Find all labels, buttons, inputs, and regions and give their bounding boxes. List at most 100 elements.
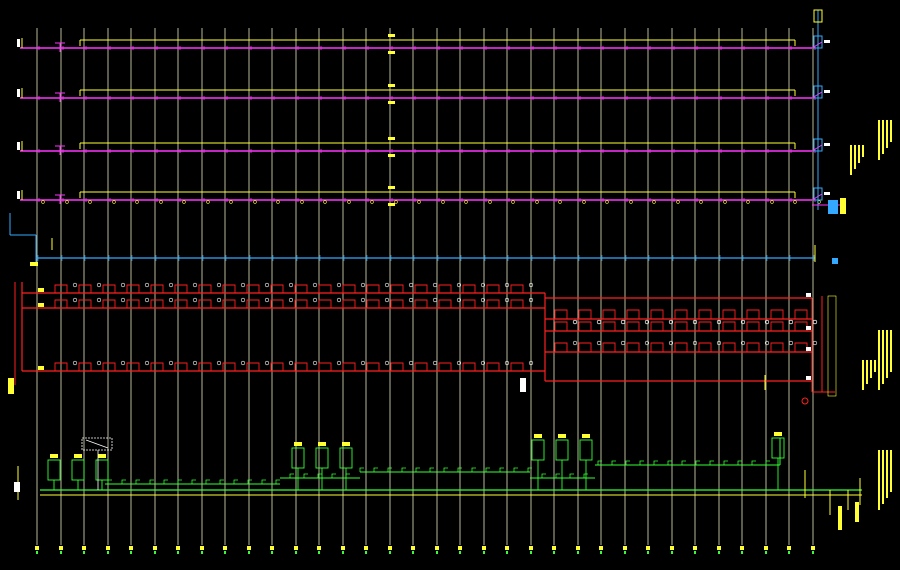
radiator-label [38,303,44,307]
axis-marker-tick [177,551,179,554]
level-label [17,89,20,97]
axis-marker [317,546,321,550]
axis-marker [223,546,227,550]
fixture-label [534,434,542,438]
axis-marker-tick [342,551,344,554]
radiator-label [806,326,811,330]
axis-marker [270,546,274,550]
annotation-text-block [890,330,892,372]
riser-label [824,90,830,93]
axis-marker-tick [624,551,626,554]
axis-marker [82,546,86,550]
fixture-label [74,454,82,458]
axis-marker-tick [600,551,602,554]
axis-marker-tick [694,551,696,554]
axis-marker-tick [130,551,132,554]
axis-marker [59,546,63,550]
fixture-label [774,432,782,436]
pipe-label [388,101,395,104]
annotation-text-block [890,120,892,142]
annotation-text-block [874,360,876,372]
fixture-label [294,442,302,446]
pipe-label [388,186,395,189]
axis-marker [106,546,110,550]
axis-marker-tick [412,551,414,554]
axis-marker-tick [765,551,767,554]
axis-marker-tick [248,551,250,554]
riser-label [824,143,830,146]
outlet-label [838,506,842,530]
axis-marker-tick [389,551,391,554]
radiator-label [806,293,811,297]
axis-marker-tick [459,551,461,554]
annotation-text-block [870,360,872,378]
axis-marker [764,546,768,550]
axis-marker [458,546,462,550]
radiator-label [38,288,44,292]
cyan-end-label [832,258,838,264]
annotation-text-block [866,360,868,384]
level-label [17,142,20,150]
axis-marker-tick [154,551,156,554]
axis-marker-tick [83,551,85,554]
red-left-label [8,378,14,394]
annotation-text-block [886,450,888,498]
axis-marker [435,546,439,550]
annotation-text-block [850,145,852,175]
axis-marker [388,546,392,550]
axis-marker [670,546,674,550]
annotation-text-block [882,120,884,154]
cad-drawing-canvas [0,0,900,570]
pipe-label [388,203,395,206]
axis-marker [35,546,39,550]
riser-label [824,40,830,43]
axis-marker [294,546,298,550]
radiator-label [806,376,811,380]
pipe-label [388,84,395,87]
annotation-text-block [858,145,860,163]
fixture-label [582,434,590,438]
axis-marker [482,546,486,550]
pipe-label [388,137,395,140]
axis-marker-tick [201,551,203,554]
axis-marker [247,546,251,550]
annotation-text-block [862,360,864,390]
axis-marker [529,546,533,550]
annotation-text-block [890,450,892,492]
riser-base-label [840,198,846,214]
axis-marker-tick [530,551,532,554]
axis-marker [787,546,791,550]
axis-marker-tick [788,551,790,554]
axis-marker [740,546,744,550]
axis-marker-tick [483,551,485,554]
axis-marker [176,546,180,550]
annotation-text-block [882,450,884,504]
drain-level-label [14,482,20,492]
cyan-label [30,262,38,266]
axis-marker [646,546,650,550]
axis-marker [341,546,345,550]
annotation-text-block [886,120,888,148]
pipe-label [388,51,395,54]
annotation-text-block [878,450,880,510]
fixture-label [50,454,58,458]
axis-marker-tick [506,551,508,554]
fixture-label [342,442,350,446]
axis-marker [153,546,157,550]
axis-marker-tick [295,551,297,554]
outlet-label [855,502,859,522]
axis-marker-tick [671,551,673,554]
pipe-label [388,34,395,37]
annotation-text-block [854,145,856,169]
axis-marker [364,546,368,550]
annotation-text-block [886,330,888,378]
annotation-text-block [878,330,880,390]
axis-marker-tick [107,551,109,554]
axis-marker [129,546,133,550]
riser-label [824,192,830,195]
axis-marker-tick [647,551,649,554]
axis-marker-tick [741,551,743,554]
fixture-label [318,442,326,446]
level-label [17,39,20,47]
axis-marker [693,546,697,550]
